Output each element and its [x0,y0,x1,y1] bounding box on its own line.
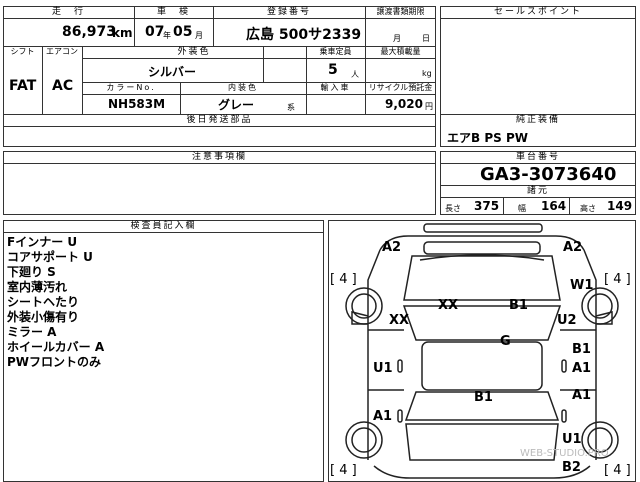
rear-label-right-2: B2 [562,460,581,475]
width-value: 164 [541,199,567,213]
diagram-label-tr: A2 [563,240,583,255]
ext-color-value: シルバー [148,65,197,79]
registration-header: 登録番号 [266,7,311,17]
load-unit: kg [422,69,432,78]
shift-value: FAT [9,78,37,94]
inspector-line: 外装小傷有り [7,310,80,324]
mileage-header: 走 行 [51,7,85,17]
length-label: 長さ [445,204,461,213]
inspector-line: ミラー A [7,325,57,339]
plate-number: 広島 500サ2339 [246,27,362,43]
inspection-header: 車 検 [156,7,190,17]
dimensions-header: 諸元 [526,186,549,196]
equipment-value: エアB PS PW [447,131,528,145]
sales-point-header: セールスポイント [493,7,582,17]
notes-header: 注意事項欄 [191,152,247,162]
watermark: WEB-STUDIO.PRO [520,448,609,459]
trunk-label: B1 [474,390,493,405]
inspector-line: PWフロントのみ [7,355,102,369]
fender-label-right-top: W1 [570,278,594,293]
mileage-value: 86,973 [62,24,117,40]
fender-label-left: XX [389,313,410,328]
chassis-header: 車台番号 [515,152,560,162]
inspector-line: Fインナー U [7,235,78,249]
inspector-line: 室内薄汚れ [7,280,68,294]
later-parts-header: 後日発送部品 [186,115,253,125]
transfer-deadline-header: 譲渡書類期限 [376,7,425,16]
deadline-day-unit: 日 [422,34,430,43]
inspection-month-unit: 月 [195,31,203,40]
roof-label: G [500,334,511,349]
height-label: 高さ [580,204,596,213]
deadline-month-unit: 月 [393,34,401,43]
length-value: 375 [474,199,500,213]
inspector-line: コアサポート U [7,250,93,264]
height-value: 149 [607,199,633,213]
inspector-line: シートヘたり [7,295,80,309]
inspection-dot: 年 [163,31,171,40]
chassis-value: GA3-3073640 [480,164,617,185]
int-color-value: グレー [218,98,255,112]
wheel-label-fr: [ 4 ] [604,272,631,287]
wheel-label-fl: [ 4 ] [330,272,357,287]
std-equipment-header: 純正装備 [515,115,560,125]
shift-header: シフト [10,47,35,56]
hood-label-left: XX [438,298,459,313]
capacity-unit: 人 [351,70,359,79]
recycle-value: 9,020 [385,97,423,111]
hood-label-right: B1 [509,298,528,313]
capacity-value: 5 [328,62,338,78]
door-label-right: A1 [572,361,592,376]
fender-label-right: U2 [557,313,577,328]
width-label: 幅 [518,204,526,213]
diagram-label-tl: A2 [382,240,402,255]
inspection-month: 05 [173,24,193,40]
capacity-header: 乗車定員 [319,47,352,56]
inspector-line: 下廻り S [7,265,56,279]
quarter-label-right: A1 [572,388,592,403]
recycle-header: リサイクル預託金 [368,83,433,92]
color-no-header: カラーNo. [106,83,156,92]
wheel-label-rl: [ 4 ] [330,463,357,478]
inspection-year: 07 [145,24,165,40]
import-header: 輸入車 [320,83,351,92]
door-label-right-top: B1 [572,342,591,357]
quarter-label-left: A1 [373,409,393,424]
aircon-header: エアコン [46,47,78,56]
inspector-header: 検査員記入欄 [130,221,197,231]
inspector-line: ホイールカバー A [7,340,105,354]
int-color-suffix: 系 [287,103,295,112]
color-no-value: NH583M [108,97,166,111]
ext-color-header: 外装色 [177,47,211,57]
max-load-header: 最大積載量 [380,47,421,56]
int-color-header: 内装色 [228,83,258,92]
mileage-unit: km [112,26,133,40]
aircon-value: AC [52,78,74,94]
wheel-label-rr: [ 4 ] [604,463,631,478]
inspector-notes-list: Fインナー U コアサポート U 下廻り S 室内薄汚れ シートヘたり 外装小傷… [7,235,104,370]
door-label-left: U1 [373,361,393,376]
recycle-unit: 円 [425,102,433,111]
rear-label-right-1: U1 [562,432,582,447]
